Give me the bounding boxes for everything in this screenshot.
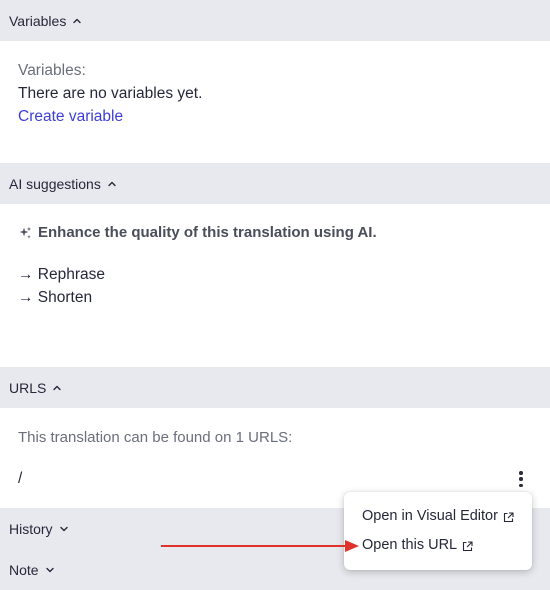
open-in-visual-editor-item[interactable]: Open in Visual Editor [362,508,514,524]
more-options-icon[interactable] [514,469,528,489]
annotation-arrow-icon [161,540,359,552]
urls-header[interactable]: URLS [0,367,550,408]
open-this-url-item[interactable]: Open this URL [362,537,473,553]
create-variable-link[interactable]: Create variable [18,108,123,126]
external-link-icon [462,540,473,551]
ai-enhance-title-text: Enhance the quality of this translation … [38,224,377,241]
sparkle-icon [18,226,32,240]
variables-header-label: Variables [9,12,67,29]
open-this-url-label: Open this URL [362,537,458,553]
variables-header[interactable]: Variables [0,0,550,41]
chevron-up-icon [72,16,82,26]
url-path: / [18,470,23,487]
urls-header-label: URLS [9,379,47,396]
url-options-menu: Open in Visual Editor Open this URL [344,492,532,570]
note-header-label: Note [9,561,39,578]
variables-label: Variables: [18,62,86,79]
chevron-up-icon [52,383,62,393]
ai-enhance-title: Enhance the quality of this translation … [18,224,377,241]
chevron-down-icon [59,524,69,534]
history-header-label: History [9,520,53,537]
ai-option-rephrase[interactable]: → Rephrase [18,266,105,284]
variables-empty-text: There are no variables yet. [18,85,203,102]
external-link-icon [503,511,514,522]
chevron-up-icon [107,179,117,189]
ai-suggestions-header[interactable]: AI suggestions [0,163,550,204]
open-in-visual-editor-label: Open in Visual Editor [362,508,498,524]
urls-description: This translation can be found on 1 URLS: [18,429,293,446]
ai-option-shorten[interactable]: → Shorten [18,289,92,307]
chevron-down-icon [45,565,55,575]
ai-suggestions-header-label: AI suggestions [9,175,101,192]
